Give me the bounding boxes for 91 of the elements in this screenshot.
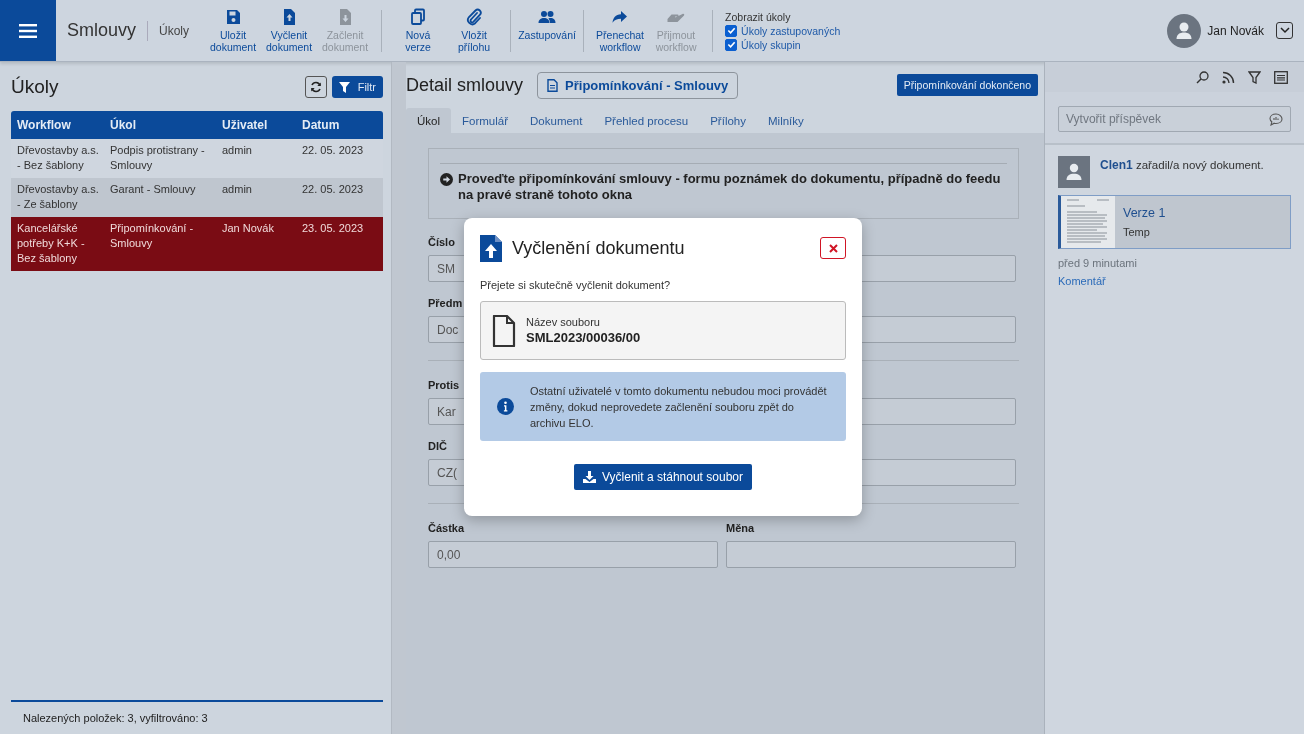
post-time: před 9 minutami — [1058, 257, 1138, 269]
input-field[interactable]: 0,00 — [428, 541, 718, 568]
filter-button[interactable]: Filtr — [331, 76, 383, 98]
file-icon — [492, 314, 516, 347]
avatar-icon[interactable] — [1167, 13, 1202, 48]
author-link[interactable]: Clen1 — [1100, 158, 1133, 172]
document-title: Verze 1 — [1123, 206, 1166, 220]
field-label: DIČ — [428, 440, 447, 454]
field-label: Částka — [428, 522, 465, 536]
dialog-question: Přejete si skutečně vyčlenit dokument? — [480, 279, 672, 291]
download-button[interactable]: Vyčlenit a stáhnout soubor — [574, 464, 752, 490]
funnel-icon — [338, 81, 350, 93]
menu-button[interactable] — [0, 0, 56, 61]
post-text: Clen1 zařadil/a nový dokument. — [1100, 158, 1264, 174]
detail-title: Detail smlouvy — [406, 74, 524, 96]
table-cell-text: Připomínkování - Smlouvy — [109, 221, 195, 251]
table-row[interactable]: Kancelářské potřeby K+K - Bez šablony Připomínkování - Smlouvy Jan Novák 23. 05. 2023 — [11, 217, 383, 271]
document-card[interactable]: Verze 1 Temp — [1058, 195, 1291, 249]
document-thumbnail — [1061, 196, 1115, 248]
column-header[interactable]: Uživatel — [216, 118, 296, 132]
checkbox[interactable] — [725, 38, 738, 51]
checkbox-label[interactable]: Úkoly zastupovaných — [741, 24, 841, 37]
filter-group-title: Zobrazit úkoly — [725, 10, 792, 23]
toolbar-button[interactable]: Nová verze — [392, 5, 445, 56]
checkbox[interactable] — [725, 24, 738, 37]
refresh-button[interactable] — [304, 76, 327, 98]
app-title: Smlouvy — [67, 20, 137, 41]
file-label: Název souboru — [526, 316, 601, 328]
toolbar-button[interactable]: Uložit dokument — [207, 5, 260, 56]
column-header[interactable]: Úkol — [104, 118, 216, 132]
avatar-icon — [1058, 156, 1090, 188]
chat-icon[interactable] — [1269, 113, 1283, 126]
tab[interactable]: Přílohy — [699, 108, 757, 133]
filter-icon[interactable] — [1248, 70, 1261, 84]
post-field[interactable]: Vytvořit příspěvek — [1058, 106, 1291, 132]
field-label: Měna — [726, 522, 755, 536]
table-cell-text: admin — [221, 182, 253, 197]
close-icon — [828, 243, 838, 253]
list-icon[interactable] — [1274, 70, 1288, 84]
table-cell-text: Dřevostavby a.s. - Ze šablony — [16, 182, 100, 212]
table-cell-text: Garant - Smlouvy — [109, 182, 197, 197]
feed-icon[interactable] — [1222, 70, 1235, 84]
comment-link[interactable]: Komentář — [1058, 275, 1106, 287]
dialog-title: Vyčlenění dokumentu — [512, 237, 685, 259]
tab[interactable]: Přehled procesu — [593, 108, 700, 133]
user-name: Jan Novák — [1207, 23, 1264, 38]
info-text: Ostatní uživatelé v tomto dokumentu nebudou moci provádět změny, dokud neprovedete začlenění souboru zpět do archivu ELO. — [530, 383, 828, 431]
paperclip-icon — [465, 7, 484, 26]
table-cell-text: Dřevostavby a.s. - Bez šablony — [16, 143, 100, 173]
complete-button[interactable]: Připomínkování dokončeno — [896, 74, 1038, 96]
tab[interactable]: Dokument — [519, 108, 594, 133]
instruction-text: Proveďte připomínkování smlouvy - formu poznámek do dokumentu, případně do feedu na pravé straně tohoto okna — [458, 171, 1002, 203]
table-cell-text: 22. 05. 2023 — [301, 182, 365, 197]
search-icon[interactable] — [1196, 70, 1209, 84]
field-label: Předm — [428, 297, 463, 311]
input-field[interactable] — [726, 541, 1016, 568]
tab[interactable]: Milníky — [757, 108, 815, 133]
toolbar-button[interactable]: Vyčlenit dokument — [263, 5, 316, 56]
table-cell-text: 23. 05. 2023 — [301, 221, 365, 236]
download-icon — [583, 471, 596, 483]
task-button[interactable]: Připomínkování - Smlouvy — [537, 71, 739, 99]
document-subtitle: Temp — [1123, 226, 1151, 238]
panel-title: Úkoly — [11, 76, 59, 98]
file-name: SML2023/00036/00 — [526, 330, 641, 345]
table-cell-text: Kancelářské potřeby K+K - Bez šablony — [16, 221, 86, 266]
table-row[interactable]: Dřevostavby a.s. - Ze šablony Garant - Smlouvy admin 22. 05. 2023 — [11, 178, 383, 217]
tab[interactable]: Formulář — [451, 108, 520, 133]
menu-icon — [19, 23, 37, 38]
field-label: Protis — [428, 379, 460, 393]
dropdown-button[interactable] — [1276, 22, 1293, 39]
file-upload-icon — [480, 234, 502, 262]
checkbox-label[interactable]: Úkoly skupin — [741, 38, 801, 51]
toolbar-button[interactable]: Vložit přílohu — [448, 5, 501, 56]
copy-icon — [409, 7, 428, 26]
section-title: Úkoly — [147, 20, 190, 41]
toolbar-button[interactable]: Přenechat workflow — [594, 5, 647, 56]
document-icon — [547, 78, 559, 92]
table-cell-text: Podpis protistrany - Smlouvy — [109, 143, 206, 173]
column-header[interactable]: Workflow — [11, 118, 104, 132]
tab[interactable]: Úkol — [406, 108, 451, 133]
column-header[interactable]: Datum — [296, 118, 383, 132]
info-icon — [497, 398, 514, 415]
table-cell-text: Jan Novák — [221, 221, 275, 236]
close-button[interactable] — [820, 237, 846, 259]
chevron-down-icon — [1279, 27, 1290, 34]
status-text: Nalezených položek: 3, vyfiltrováno: 3 — [23, 712, 208, 724]
field-label: Číslo — [428, 236, 455, 250]
refresh-icon — [309, 81, 322, 93]
table-cell-text: 22. 05. 2023 — [301, 143, 365, 158]
table-cell-text: admin — [221, 143, 253, 158]
arrow-icon — [440, 173, 453, 186]
